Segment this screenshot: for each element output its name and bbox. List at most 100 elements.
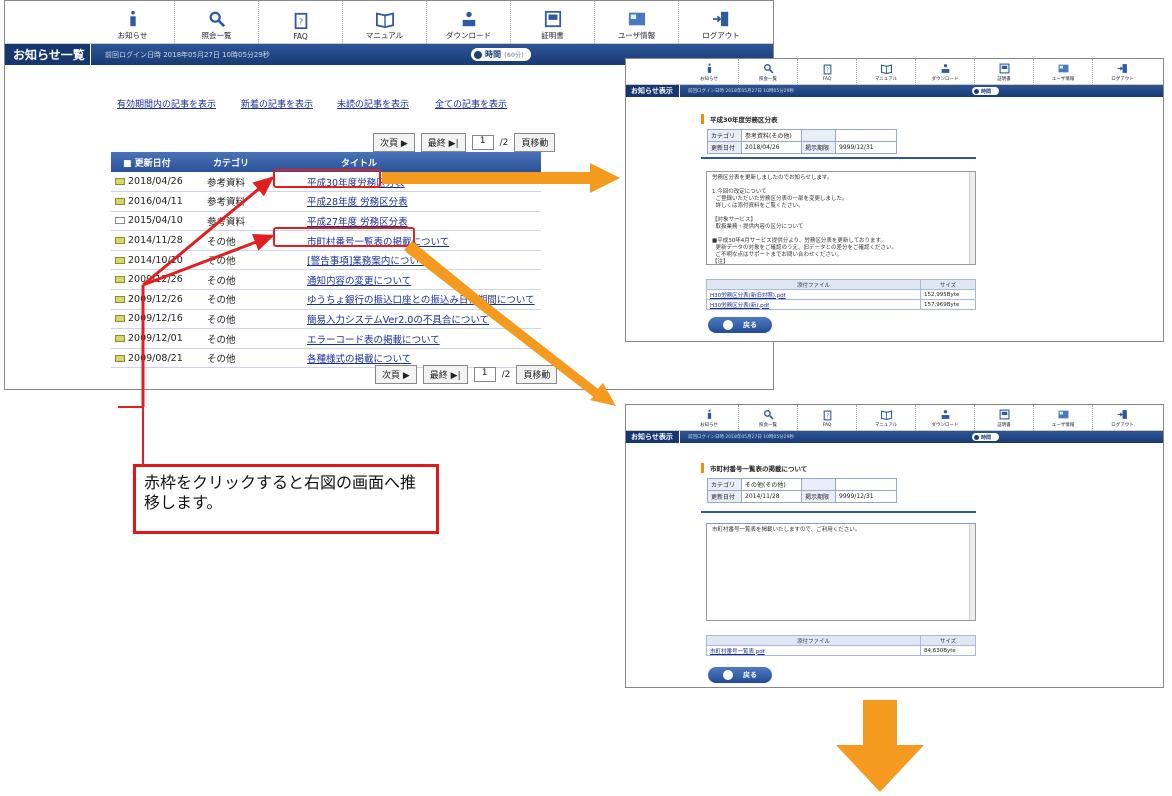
toolbar-label: 照会一覧 xyxy=(759,77,777,82)
toolbar-item-faq[interactable]: ? FAQ xyxy=(798,59,857,85)
toolbar-label: ログアウト xyxy=(1111,77,1134,82)
attachment-link[interactable]: H30労務区分表(新).pdf xyxy=(710,303,769,309)
last-page-button-bottom[interactable]: 最終 ▶| xyxy=(422,365,468,384)
detail1-timer-button[interactable]: 時間 xyxy=(972,87,1000,95)
faq-icon: ? xyxy=(292,12,310,30)
toolbar-item-user-info[interactable]: ユーザ情報 xyxy=(1034,59,1093,85)
toolbar-item-user-info[interactable]: ユーザ情報 xyxy=(1034,405,1093,431)
attachment-row[interactable]: H30労務区分表(新旧対照).pdf 152,995Byte xyxy=(706,289,976,300)
manual-icon xyxy=(880,63,892,74)
filter-unread-link[interactable]: 未読の記事を表示 xyxy=(337,97,435,110)
toolbar-item-download[interactable]: ダウンロード xyxy=(916,405,975,431)
go-page-button[interactable]: 頁移動 xyxy=(514,133,556,152)
certificate-icon xyxy=(999,409,1010,420)
toolbar-item-info[interactable]: お知らせ xyxy=(91,1,175,44)
table-row: 2014/10/10 その他 [警告事項]業務案内について xyxy=(111,250,541,271)
row-category: 参考資料 xyxy=(197,191,261,212)
attachment-row[interactable]: 市町村番号一覧表.pdf 84,630Byte xyxy=(706,645,976,656)
toolbar-item-search[interactable]: 照会一覧 xyxy=(175,1,259,44)
row-date: 2014/10/10 xyxy=(111,250,197,271)
certificate-icon xyxy=(999,63,1010,74)
row-title-link[interactable]: エラーコード表の掲載について xyxy=(261,328,541,349)
toolbar-label: マニュアル xyxy=(874,77,898,82)
toolbar-item-faq[interactable]: ? FAQ xyxy=(259,1,343,44)
envelope-icon xyxy=(115,315,125,323)
row-category: その他 xyxy=(197,230,261,251)
page-input-bottom[interactable]: 1 xyxy=(473,367,496,382)
detail2-back-button[interactable]: 戻る xyxy=(708,667,772,683)
toolbar-item-download[interactable]: ダウンロード xyxy=(427,1,511,44)
page-input[interactable]: 1 xyxy=(471,135,494,150)
svg-text:?: ? xyxy=(826,68,829,74)
back-icon xyxy=(723,320,733,330)
filter-all-link[interactable]: 全ての記事を表示 xyxy=(435,97,507,110)
toolbar-label: FAQ xyxy=(822,77,832,82)
row-date: 2014/11/28 xyxy=(111,230,197,251)
next-page-button-bottom[interactable]: 次頁 ▶ xyxy=(375,365,417,384)
session-timer-button[interactable]: 時間 (60分) xyxy=(471,48,531,61)
toolbar-item-download[interactable]: ダウンロード xyxy=(916,59,975,85)
toolbar-item-info[interactable]: お知らせ xyxy=(680,405,739,431)
row-title-link[interactable]: ゆうちょ銀行の振込口座との振込み日付期間について xyxy=(261,289,541,310)
notice-detail-window-2: お知らせ 照会一覧? FAQ マニュアル ダウンロード 証明書 ユーザ情報 ログアウト お知ら… xyxy=(625,404,1164,688)
detail2-divider xyxy=(701,511,976,513)
clock-icon xyxy=(474,50,482,59)
row-title-link[interactable]: 簡易入力システムVer2.0の不具合について xyxy=(261,309,541,330)
toolbar-item-certificate[interactable]: 証明書 xyxy=(975,405,1034,431)
detail2-scrollbar[interactable] xyxy=(969,524,975,620)
row-category: その他 xyxy=(197,328,261,349)
toolbar-item-certificate[interactable]: 証明書 xyxy=(975,59,1034,85)
info-icon xyxy=(704,63,715,74)
toolbar-item-manual[interactable]: マニュアル xyxy=(343,1,427,44)
toolbar-item-certificate[interactable]: 証明書 xyxy=(511,1,595,44)
toolbar-item-search[interactable]: 照会一覧 xyxy=(739,59,798,85)
toolbar-item-logout[interactable]: ログアウト xyxy=(1093,405,1152,431)
last-login-text: 前回ログイン日時 2018年05月27日 10時05分29秒 xyxy=(105,50,270,59)
toolbar-item-manual[interactable]: マニュアル xyxy=(857,405,916,431)
search-icon xyxy=(763,409,774,420)
info-row: 更新日付 2018/04/26 掲示期限 9999/12/31 xyxy=(707,141,897,154)
row-date: 2009/12/26 xyxy=(111,289,197,310)
body-line: 詳しくは添付資料をご覧ください。 xyxy=(712,203,804,209)
download-icon xyxy=(460,10,478,28)
filter-new-link[interactable]: 新着の記事を表示 xyxy=(241,97,337,110)
attachment-row[interactable]: H30労務区分表(新).pdf 157,969Byte xyxy=(706,299,976,310)
row-date: 2015/04/10 xyxy=(111,211,197,232)
toolbar-item-search[interactable]: 照会一覧 xyxy=(739,405,798,431)
attachment-link[interactable]: 市町村番号一覧表.pdf xyxy=(710,649,765,655)
next-page-button[interactable]: 次頁 ▶ xyxy=(373,133,415,152)
row-title-link[interactable]: 平成28年度 労務区分表 xyxy=(261,191,541,212)
svg-text:?: ? xyxy=(298,17,302,27)
detail2-timer-button[interactable]: 時間 xyxy=(972,433,1000,441)
col-date-header[interactable]: ■ 更新日付 xyxy=(111,152,197,172)
last-page-button[interactable]: 最終 ▶| xyxy=(420,133,466,152)
detail2-info-table: カテゴリ その他(その他) 更新日付 2014/11/28 掲示期限 9999/12/31 xyxy=(707,478,897,503)
user-info-icon xyxy=(1058,409,1069,420)
envelope-icon xyxy=(115,178,125,186)
toolbar-item-user-info[interactable]: ユーザ情報 xyxy=(595,1,679,44)
detail1-scrollbar[interactable] xyxy=(969,172,975,264)
timer-sub: (60分) xyxy=(504,52,524,59)
toolbar-item-logout[interactable]: ログアウト xyxy=(1093,59,1152,85)
row-title-link[interactable]: 通知内容の変更について xyxy=(261,269,541,291)
row-title-link[interactable]: [警告事項]業務案内について xyxy=(261,250,541,271)
toolbar-item-manual[interactable]: マニュアル xyxy=(857,59,916,85)
pager-top: 次頁 ▶ 最終 ▶| 1 /2 頁移動 xyxy=(373,133,556,152)
info-row: カテゴリ 参考資料(その他) xyxy=(707,129,897,142)
attachment-link[interactable]: H30労務区分表(新旧対照).pdf xyxy=(710,293,786,299)
logout-icon xyxy=(1117,409,1128,420)
filter-valid-link[interactable]: 有効期間内の記事を表示 xyxy=(117,97,241,110)
body-line: ■平成30年4月サービス提供分より、労務区分表を更新しております。 xyxy=(712,238,886,244)
orange-down-arrow xyxy=(836,700,924,792)
detail1-back-button[interactable]: 戻る xyxy=(708,317,772,333)
toolbar-item-info[interactable]: お知らせ xyxy=(680,59,739,85)
toolbar-label: FAQ xyxy=(822,423,832,428)
go-page-button-bottom[interactable]: 頁移動 xyxy=(516,365,558,384)
highlight-box-row1 xyxy=(273,169,381,188)
toolbar-item-logout[interactable]: ログアウト xyxy=(679,1,763,44)
manual-icon xyxy=(880,409,892,420)
envelope-icon xyxy=(115,237,125,245)
row-category: 参考資料 xyxy=(197,211,261,232)
toolbar-item-faq[interactable]: ? FAQ xyxy=(798,405,857,431)
page-total: /2 xyxy=(499,137,509,148)
